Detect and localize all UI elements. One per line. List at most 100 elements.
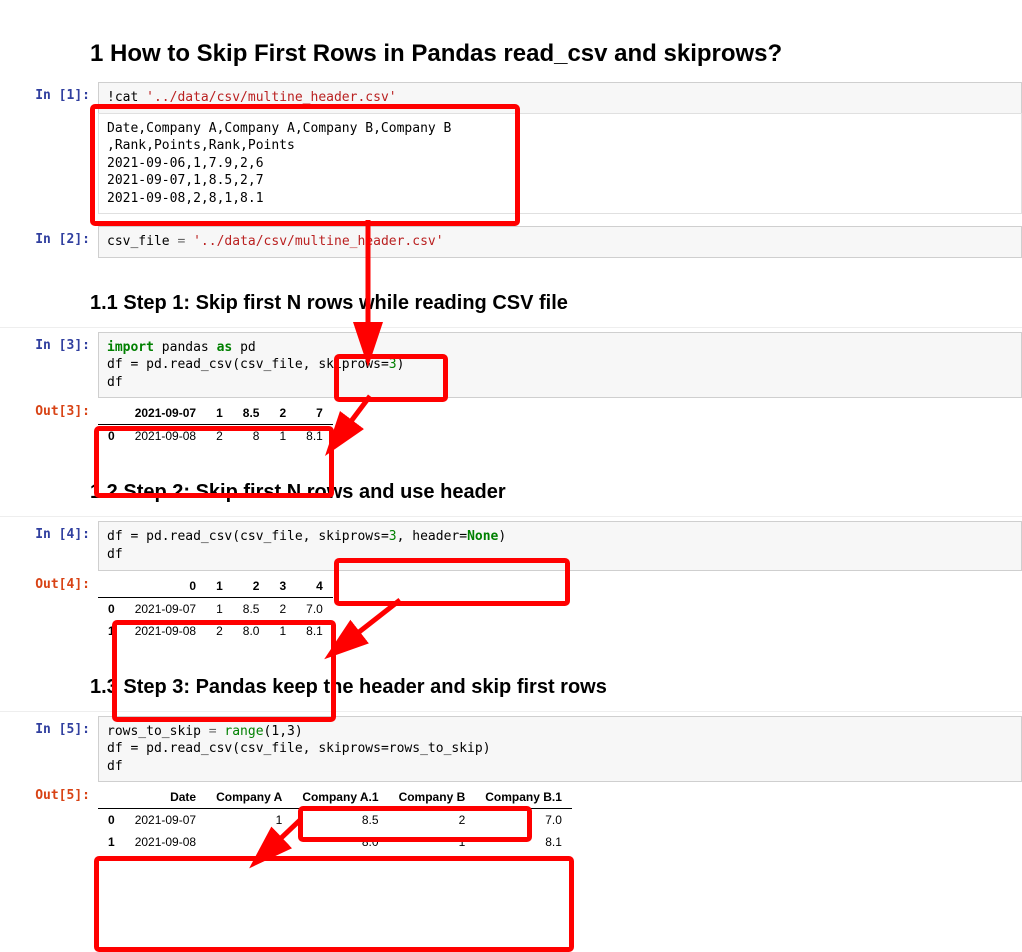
prompt-in-1: In [1]: [0, 82, 98, 103]
dataframe-out3: 2021-09-07 1 8.5 2 7 0 2021-09-08 2 8 1 … [98, 402, 333, 447]
c5-l3: df [107, 759, 123, 774]
t4-r0-i: 0 [98, 597, 125, 620]
c2-path: '../data/csv/multine_header.csv' [193, 234, 443, 249]
prompt-out-3: Out[3]: [0, 398, 98, 419]
t3-h5: 7 [296, 402, 333, 425]
c4-post: ) [498, 529, 506, 544]
c1-prefix: !cat [107, 90, 146, 105]
c4-kw1: skiprows [318, 529, 381, 544]
prompt-in-4: In [4]: [0, 521, 98, 542]
c2-lhs: csv_file [107, 234, 177, 249]
t3-r0-4: 1 [269, 425, 296, 448]
t5-r0-i: 0 [98, 809, 125, 832]
t5-r0-3: 8.5 [292, 809, 388, 832]
t4-r0-4: 2 [269, 597, 296, 620]
c4-eq1: = [381, 529, 389, 544]
t4-h4: 3 [269, 575, 296, 598]
c5-l1eq: = [209, 724, 225, 739]
c3-as: as [217, 340, 233, 355]
c3-l2eq: = [381, 357, 389, 372]
t4-r1-2: 2 [206, 620, 233, 642]
c3-pd: pd [232, 340, 255, 355]
c3-l2pre: df = pd.read_csv(csv_file, [107, 357, 318, 372]
t5-h1: Date [125, 786, 206, 809]
t3-r0-2: 2 [206, 425, 233, 448]
t3-r0-3: 8 [233, 425, 270, 448]
c5-l2post: ) [483, 741, 491, 756]
t4-h1: 0 [125, 575, 206, 598]
t5-r1-5: 8.1 [475, 831, 572, 853]
out-3-row: Out[3]: 2021-09-07 1 8.5 2 7 0 2021-09-0… [0, 398, 1022, 447]
t5-h5: Company B.1 [475, 786, 572, 809]
heading-h2-3: 1.3 Step 3: Pandas keep the header and s… [90, 676, 1022, 699]
cell-3: In [3]: import pandas as pd df = pd.read… [0, 332, 1022, 399]
t4-r1-i: 1 [98, 620, 125, 642]
heading-h2-2: 1.2 Step 2: Skip first N rows and use he… [90, 481, 1022, 504]
c5-l2pre: df = pd.read_csv(csv_file, [107, 741, 318, 756]
c5-l1args: (1,3) [264, 724, 303, 739]
c4-none: None [467, 529, 498, 544]
cell-4: In [4]: df = pd.read_csv(csv_file, skipr… [0, 521, 1022, 570]
t5-r0-2: 1 [206, 809, 292, 832]
t4-r0-2: 1 [206, 597, 233, 620]
c5-l2val: rows_to_skip [389, 741, 483, 756]
c4-l2: df [107, 547, 123, 562]
prompt-out-5: Out[5]: [0, 782, 98, 803]
code-cell-3[interactable]: import pandas as pd df = pd.read_csv(csv… [98, 332, 1022, 399]
code-cell-4[interactable]: df = pd.read_csv(csv_file, skiprows=3, h… [98, 521, 1022, 570]
code-cell-2[interactable]: csv_file = '../data/csv/multine_header.c… [98, 226, 1022, 258]
out-5-row: Out[5]: Date Company A Company A.1 Compa… [0, 782, 1022, 853]
code-cell-5[interactable]: rows_to_skip = range(1,3) df = pd.read_c… [98, 716, 1022, 783]
c4-l1pre: df = pd.read_csv(csv_file, [107, 529, 318, 544]
t3-h0 [98, 402, 125, 425]
t3-h1: 2021-09-07 [125, 402, 206, 425]
c4-kw2: header [412, 529, 459, 544]
t3-h2: 1 [206, 402, 233, 425]
c3-l2post: ) [397, 357, 405, 372]
t5-h0 [98, 786, 125, 809]
t4-r1-1: 2021-09-08 [125, 620, 206, 642]
prompt-out-4: Out[4]: [0, 571, 98, 592]
t5-r1-4: 1 [389, 831, 476, 853]
t5-r0-5: 7.0 [475, 809, 572, 832]
c1-path: '../data/csv/multine_header.csv' [146, 90, 396, 105]
t4-h5: 4 [296, 575, 333, 598]
t4-r0-3: 8.5 [233, 597, 270, 620]
t3-h3: 8.5 [233, 402, 270, 425]
t3-r0-1: 2021-09-08 [125, 425, 206, 448]
code-cell-1[interactable]: !cat '../data/csv/multine_header.csv' [98, 82, 1022, 114]
t4-h0 [98, 575, 125, 598]
cell-2: In [2]: csv_file = '../data/csv/multine_… [0, 226, 1022, 258]
dataframe-out5: Date Company A Company A.1 Company B Com… [98, 786, 572, 853]
t5-h3: Company A.1 [292, 786, 388, 809]
c2-eq: = [177, 234, 193, 249]
prompt-in-3: In [3]: [0, 332, 98, 353]
c5-l2kw: skiprows [318, 741, 381, 756]
c3-l2val: 3 [389, 357, 397, 372]
heading-h2-1: 1.1 Step 1: Skip first N rows while read… [90, 292, 1022, 315]
heading-h1: 1 How to Skip First Rows in Pandas read_… [90, 40, 1022, 68]
t5-h4: Company B [389, 786, 476, 809]
t5-h2: Company A [206, 786, 292, 809]
t4-r1-5: 8.1 [296, 620, 333, 642]
t4-r0-1: 2021-09-07 [125, 597, 206, 620]
t4-h3: 2 [233, 575, 270, 598]
c3-l3: df [107, 375, 123, 390]
output-text-1: Date,Company A,Company A,Company B,Compa… [98, 113, 1022, 215]
c3-import: import [107, 340, 154, 355]
t3-h4: 2 [269, 402, 296, 425]
t5-r0-1: 2021-09-07 [125, 809, 206, 832]
c5-l1fn: range [224, 724, 263, 739]
cell-5: In [5]: rows_to_skip = range(1,3) df = p… [0, 716, 1022, 783]
t5-r1-1: 2021-09-08 [125, 831, 206, 853]
prompt-in-5: In [5]: [0, 716, 98, 737]
t4-h2: 1 [206, 575, 233, 598]
t5-r1-2: 2 [206, 831, 292, 853]
annotation-box-out5 [94, 856, 574, 952]
c3-mid: pandas [154, 340, 217, 355]
t4-r1-4: 1 [269, 620, 296, 642]
dataframe-out4: 0 1 2 3 4 0 2021-09-07 1 8.5 2 7.0 [98, 575, 333, 642]
c4-v1: 3 [389, 529, 397, 544]
prompt-in-2: In [2]: [0, 226, 98, 247]
t4-r0-5: 7.0 [296, 597, 333, 620]
